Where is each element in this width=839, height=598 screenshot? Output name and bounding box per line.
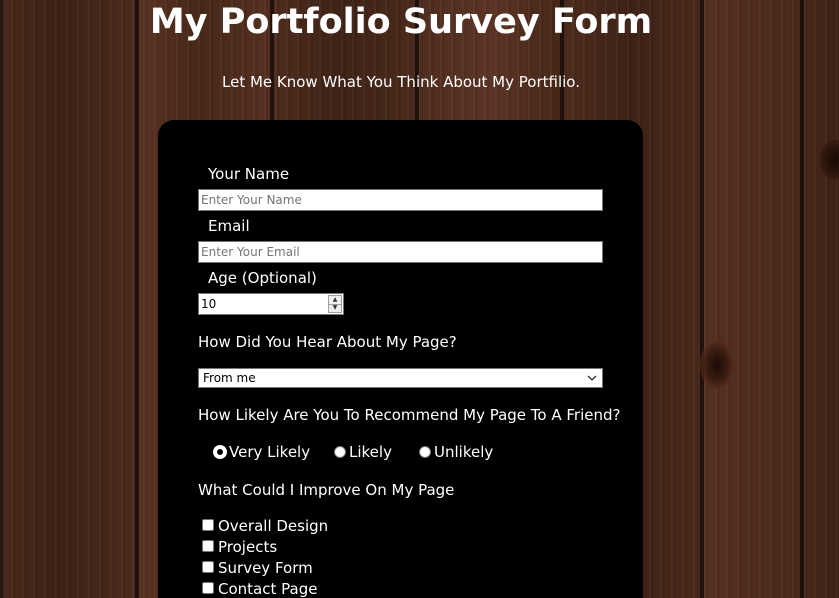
referral-select[interactable]: From me (198, 368, 603, 388)
checkbox-label: Projects (218, 538, 278, 556)
improve-question: What Could I Improve On My Page (198, 481, 455, 499)
checkbox-icon[interactable] (202, 519, 214, 531)
name-input[interactable] (198, 189, 603, 211)
email-input[interactable] (198, 241, 603, 263)
checkbox-icon[interactable] (202, 561, 214, 573)
spin-down-icon[interactable]: ▼ (329, 304, 341, 312)
radio-unchecked-icon[interactable] (334, 446, 346, 458)
page-title: My Portfolio Survey Form (149, 2, 653, 42)
age-value: 10 (201, 297, 217, 311)
radio-label: Very Likely (229, 443, 311, 461)
referral-question: How Did You Hear About My Page? (198, 333, 457, 351)
wood-knot-decoration (700, 340, 734, 390)
email-label: Email (208, 217, 250, 235)
referral-selected-value: From me (203, 371, 256, 385)
checkbox-icon[interactable] (202, 540, 214, 552)
chevron-down-icon (587, 375, 597, 381)
radio-checked-icon[interactable] (214, 446, 226, 458)
radio-label: Likely (349, 443, 392, 461)
radio-label: Unlikely (434, 443, 494, 461)
checkbox-icon[interactable] (202, 582, 214, 594)
name-label: Your Name (208, 165, 290, 183)
page-subtitle: Let Me Know What You Think About My Port… (222, 73, 580, 91)
survey-form: Your Name Email Age (Optional) 10 ▲ ▼ Ho… (158, 120, 643, 598)
checkbox-label: Survey Form (218, 559, 313, 577)
radio-unchecked-icon[interactable] (419, 446, 431, 458)
checkbox-label: Contact Page (218, 580, 318, 598)
age-label: Age (Optional) (208, 269, 317, 287)
wood-knot-decoration (820, 140, 839, 180)
checkbox-label: Overall Design (218, 517, 329, 535)
age-spinner[interactable]: ▲ ▼ (328, 295, 342, 313)
age-input[interactable]: 10 ▲ ▼ (198, 293, 344, 315)
recommend-question: How Likely Are You To Recommend My Page … (198, 406, 621, 424)
